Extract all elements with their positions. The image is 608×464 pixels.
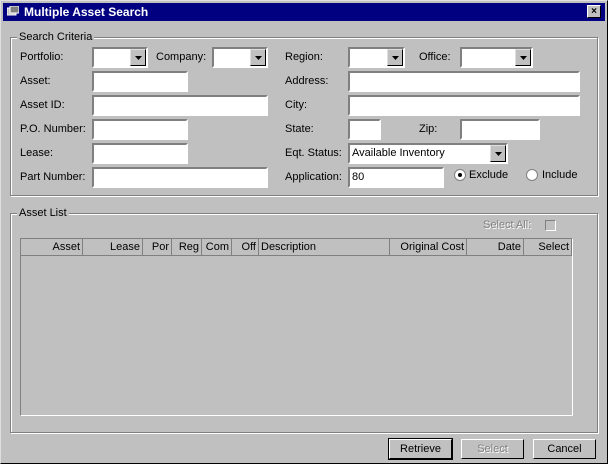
state-label: State: — [285, 123, 314, 135]
chevron-down-icon[interactable] — [387, 49, 403, 66]
application-input[interactable]: 80 — [348, 167, 444, 188]
chevron-down-icon[interactable] — [250, 49, 266, 66]
zip-input[interactable] — [460, 119, 540, 140]
exclude-radio[interactable] — [454, 169, 466, 181]
select-all-label: Select All: — [483, 219, 532, 231]
grid-header: Asset Lease Por Reg Com Off Description … — [21, 239, 572, 257]
col-select[interactable]: Select — [524, 239, 572, 256]
portfolio-label: Portfolio: — [20, 51, 64, 63]
chevron-down-icon[interactable] — [130, 49, 146, 66]
chevron-down-icon[interactable] — [515, 49, 531, 66]
asset-id-label: Asset ID: — [20, 99, 65, 111]
col-original-cost[interactable]: Original Cost — [390, 239, 467, 256]
col-company[interactable]: Com — [202, 239, 232, 256]
city-input[interactable] — [348, 95, 580, 116]
cancel-button[interactable]: Cancel — [533, 439, 596, 459]
po-number-input[interactable] — [92, 119, 188, 140]
portfolio-combo[interactable] — [92, 47, 148, 68]
chevron-down-icon[interactable] — [490, 145, 506, 162]
part-number-label: Part Number: — [20, 171, 86, 183]
company-label: Company: — [156, 51, 207, 63]
office-combo[interactable] — [460, 47, 533, 68]
address-label: Address: — [285, 75, 329, 87]
asset-grid[interactable]: Asset Lease Por Reg Com Off Description … — [20, 238, 573, 416]
col-lease[interactable]: Lease — [83, 239, 143, 256]
asset-input[interactable] — [92, 71, 188, 92]
search-criteria-legend: Search Criteria — [17, 31, 95, 43]
eqt-status-combo[interactable]: Available Inventory — [348, 143, 508, 164]
app-icon — [7, 6, 19, 16]
eqt-status-value: Available Inventory — [352, 147, 445, 159]
application-label: Application: — [285, 171, 342, 183]
col-description[interactable]: Description — [259, 239, 390, 256]
include-label[interactable]: Include — [542, 169, 577, 181]
part-number-input[interactable] — [92, 167, 268, 188]
col-portfolio[interactable]: Por — [143, 239, 172, 256]
asset-search-window: Multiple Asset Search × Search Criteria … — [0, 0, 608, 464]
retrieve-button[interactable]: Retrieve — [388, 438, 453, 460]
company-combo[interactable] — [212, 47, 268, 68]
asset-id-input[interactable] — [92, 95, 268, 116]
asset-label: Asset: — [20, 75, 51, 87]
select-button[interactable]: Select — [461, 439, 524, 459]
window-title: Multiple Asset Search — [24, 5, 149, 19]
title-bar: Multiple Asset Search × — [3, 3, 605, 21]
select-all-checkbox[interactable] — [545, 220, 556, 231]
asset-list-legend: Asset List — [17, 207, 69, 219]
city-label: City: — [285, 99, 307, 111]
po-number-label: P.O. Number: — [20, 123, 86, 135]
region-combo[interactable] — [348, 47, 405, 68]
region-label: Region: — [285, 51, 323, 63]
exclude-label[interactable]: Exclude — [469, 169, 508, 181]
zip-label: Zip: — [419, 123, 438, 135]
col-asset[interactable]: Asset — [21, 239, 83, 256]
eqt-status-label: Eqt. Status: — [285, 147, 342, 159]
col-date[interactable]: Date — [467, 239, 524, 256]
state-input[interactable] — [348, 119, 381, 140]
close-button[interactable]: × — [587, 5, 601, 18]
office-label: Office: — [419, 51, 451, 63]
lease-label: Lease: — [20, 147, 54, 159]
col-office[interactable]: Off — [232, 239, 259, 256]
lease-input[interactable] — [92, 143, 188, 164]
address-input[interactable] — [348, 71, 580, 92]
col-region[interactable]: Reg — [172, 239, 202, 256]
include-radio[interactable] — [526, 169, 538, 181]
